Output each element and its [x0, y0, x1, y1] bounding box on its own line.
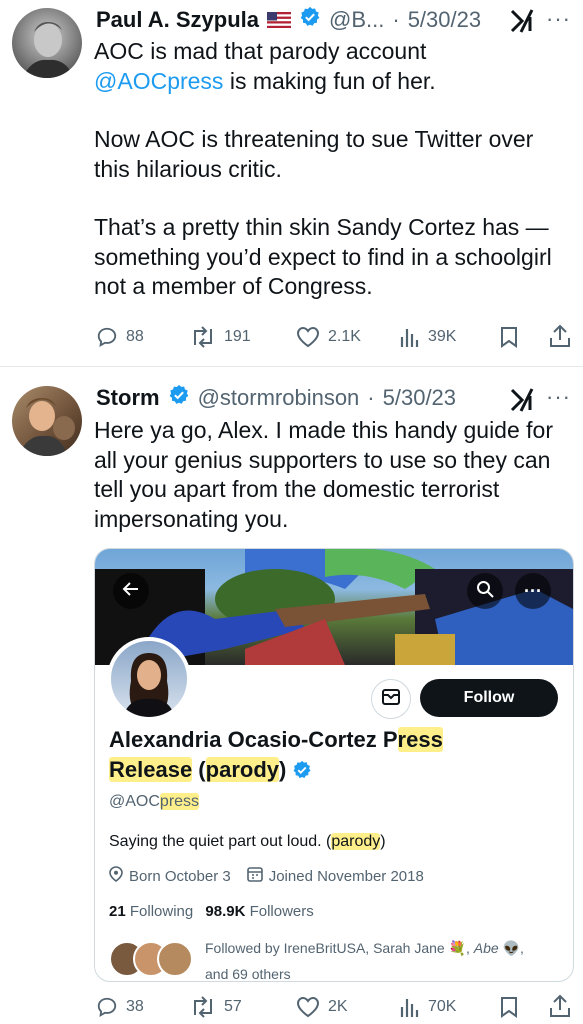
- profile-more-button[interactable]: ···: [515, 573, 551, 609]
- profile-card-image[interactable]: ··· Follow Alexandria Ocasio-Cortez Pres…: [94, 548, 574, 982]
- profile-handle: @AOCpress: [109, 793, 200, 811]
- reply-icon: [96, 326, 118, 348]
- search-icon: [476, 580, 494, 603]
- views-count: 39K: [428, 328, 457, 345]
- mention-link[interactable]: @AOCpress: [94, 68, 223, 94]
- more-dots-icon: ···: [524, 581, 542, 601]
- tweet-text: AOC is mad that parody account @AOCpress…: [94, 37, 574, 302]
- heart-icon: [296, 326, 320, 348]
- sparkle-emoji-icon: 💐: [448, 940, 467, 956]
- message-button[interactable]: [371, 679, 411, 719]
- following-label: Following: [125, 903, 194, 920]
- profile-joined: Joined November 2018: [268, 867, 424, 885]
- author-display-name[interactable]: Paul A. Szypula: [96, 7, 259, 33]
- bookmark-icon[interactable]: [500, 996, 518, 1023]
- views-icon: [400, 996, 420, 1018]
- tweet-actions: 38 57 2K 70K: [96, 994, 576, 1022]
- profile-bio-highlight: parody: [331, 833, 381, 850]
- retweet-button[interactable]: 57: [190, 996, 242, 1018]
- envelope-icon: [382, 688, 400, 710]
- like-button[interactable]: 2K: [296, 996, 348, 1018]
- views-icon: [400, 326, 420, 348]
- tweet-actions: 88 191 2.1K 39K: [96, 324, 576, 352]
- like-count: 2.1K: [328, 328, 361, 345]
- following-link[interactable]: 21 Following: [109, 903, 193, 920]
- followed-by-line2: and 69 others: [205, 966, 291, 982]
- profile-bio-part: ): [380, 833, 386, 850]
- reply-button[interactable]: 88: [96, 326, 144, 348]
- tweet-text-line2: is making fun of her.: [223, 67, 436, 94]
- tweet-text: Here ya go, Alex. I made this handy guid…: [94, 417, 553, 532]
- more-options-icon[interactable]: ···: [546, 384, 571, 410]
- tweet-date[interactable]: 5/30/23: [408, 7, 481, 33]
- views-button[interactable]: 70K: [400, 996, 456, 1018]
- follower-avatar: [157, 941, 193, 977]
- reply-icon: [96, 996, 118, 1018]
- search-button[interactable]: [467, 573, 503, 609]
- bookmark-icon[interactable]: [500, 326, 518, 353]
- profile-name-part: ): [279, 757, 287, 782]
- profile-bio: Saying the quiet part out loud. (parody): [109, 833, 386, 851]
- calendar-icon: [246, 866, 263, 886]
- retweet-count: 57: [224, 998, 242, 1015]
- profile-name: Alexandria Ocasio-Cortez Press Release (…: [109, 725, 569, 788]
- followed-by-avatars[interactable]: [109, 941, 193, 977]
- alien-emoji-icon: 👽: [502, 940, 521, 956]
- tweet-divider: [0, 366, 583, 367]
- following-count: 21: [109, 903, 126, 920]
- like-button[interactable]: 2.1K: [296, 326, 361, 348]
- reply-count: 88: [126, 328, 144, 345]
- author-avatar[interactable]: [12, 8, 82, 78]
- separator-dot: ·: [367, 384, 375, 410]
- views-button[interactable]: 39K: [400, 326, 456, 348]
- tweet-text-paragraph-2: Now AOC is threatening to sue Twitter ov…: [94, 126, 534, 182]
- followers-count: 98.9K: [205, 903, 246, 920]
- retweet-count: 191: [224, 328, 251, 345]
- followers-link[interactable]: 98.9K Followers: [205, 903, 313, 920]
- profile-name-part: Alexandria Ocasio-Cortez P: [109, 727, 398, 752]
- tweet-date[interactable]: 5/30/23: [383, 385, 456, 411]
- back-arrow-icon: [122, 580, 140, 603]
- profile-name-highlight: Release: [109, 757, 193, 782]
- share-icon[interactable]: [549, 994, 571, 1023]
- separator-dot: ·: [392, 6, 400, 32]
- follow-button[interactable]: Follow: [420, 679, 558, 717]
- author-handle[interactable]: @B...: [329, 7, 384, 33]
- author-handle[interactable]: @stormrobinson: [198, 385, 360, 411]
- profile-avatar[interactable]: [107, 637, 191, 721]
- back-button[interactable]: [113, 573, 149, 609]
- profile-name-highlight: parody: [205, 757, 279, 782]
- retweet-icon: [190, 996, 216, 1018]
- reply-button[interactable]: 38: [96, 996, 144, 1018]
- profile-name-part: (: [192, 757, 206, 782]
- profile-born: Born October 3: [129, 867, 231, 885]
- heart-icon: [296, 996, 320, 1018]
- verified-badge-icon: [292, 758, 312, 788]
- followed-by-abe: Abe: [473, 940, 499, 956]
- retweet-icon: [190, 326, 216, 348]
- author-avatar[interactable]: [12, 386, 82, 456]
- more-options-icon[interactable]: ···: [546, 6, 571, 32]
- verified-badge-icon: [299, 6, 321, 33]
- profile-handle-part: @AOC: [109, 793, 160, 810]
- verified-badge-icon: [168, 384, 190, 411]
- followed-by-line1: Followed by IreneBritUSA, Sarah Jane: [205, 940, 445, 956]
- author-display-name[interactable]: Storm: [96, 385, 160, 411]
- tweet-text-paragraph-3: That’s a pretty thin skin Sandy Cortez h…: [94, 214, 552, 299]
- retweet-button[interactable]: 191: [190, 326, 251, 348]
- reply-count: 38: [126, 998, 144, 1015]
- us-flag-icon: [267, 11, 292, 28]
- followed-by-text[interactable]: Followed by IreneBritUSA, Sarah Jane 💐, …: [205, 935, 565, 982]
- profile-name-highlight: ress: [397, 727, 443, 752]
- profile-handle-highlight: press: [159, 793, 200, 810]
- profile-bio-part: Saying the quiet part out loud. (: [109, 833, 332, 850]
- views-count: 70K: [428, 998, 457, 1015]
- grok-icon[interactable]: [510, 9, 536, 38]
- grok-icon[interactable]: [510, 388, 536, 417]
- tweet-text-line1: AOC is mad that parody account: [94, 38, 427, 64]
- birthday-icon: [109, 866, 123, 886]
- like-count: 2K: [328, 998, 348, 1015]
- followers-label: Followers: [245, 903, 314, 920]
- share-icon[interactable]: [549, 324, 571, 353]
